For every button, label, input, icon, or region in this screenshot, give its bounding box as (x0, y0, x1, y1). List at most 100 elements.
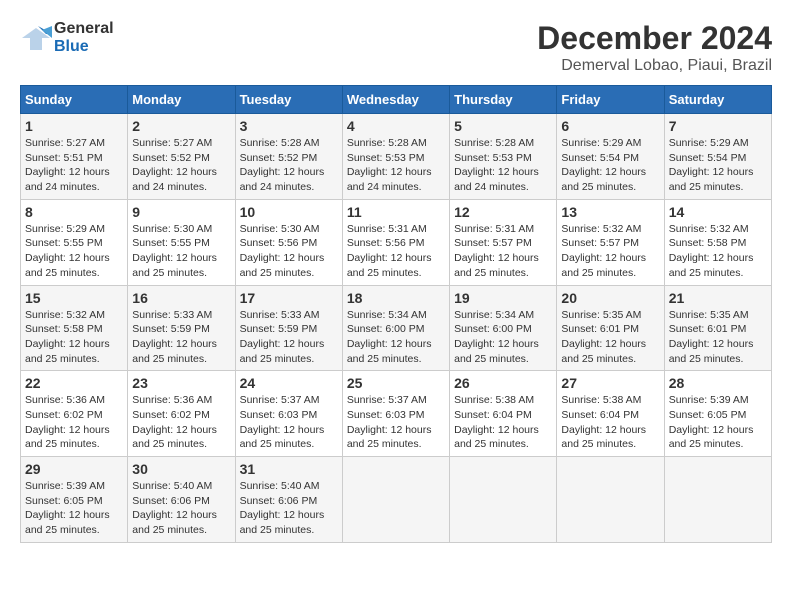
day-number: 18 (347, 290, 445, 306)
day-number: 14 (669, 204, 767, 220)
cell-content: Sunrise: 5:34 AMSunset: 6:00 PMDaylight:… (347, 308, 445, 367)
day-cell: 13 Sunrise: 5:32 AMSunset: 5:57 PMDayligh… (557, 199, 664, 285)
cell-content: Sunrise: 5:27 AMSunset: 5:52 PMDaylight:… (132, 136, 230, 195)
day-cell: 6 Sunrise: 5:29 AMSunset: 5:54 PMDaylight… (557, 114, 664, 200)
day-number: 4 (347, 118, 445, 134)
day-cell: 25Sunrise: 5:37 AMSunset: 6:03 PMDayligh… (342, 371, 449, 457)
day-number: 22 (25, 375, 123, 391)
day-cell: 21Sunrise: 5:35 AMSunset: 6:01 PMDayligh… (664, 285, 771, 371)
cell-content: Sunrise: 5:29 AMSunset: 5:54 PMDaylight:… (669, 136, 767, 195)
cell-content: Sunrise: 5:33 AMSunset: 5:59 PMDaylight:… (132, 308, 230, 367)
cell-content: Sunrise: 5:31 AMSunset: 5:56 PMDaylight:… (347, 222, 445, 281)
cell-content: Sunrise: 5:32 AMSunset: 5:57 PMDaylight:… (561, 222, 659, 281)
cell-content: Sunrise: 5:40 AMSunset: 6:06 PMDaylight:… (132, 479, 230, 538)
day-cell: 20 Sunrise: 5:35 AMSunset: 6:01 PMDayligh… (557, 285, 664, 371)
cell-content: Sunrise: 5:27 AMSunset: 5:51 PMDaylight:… (25, 136, 123, 195)
cell-content: Sunrise: 5:36 AMSunset: 6:02 PMDaylight:… (25, 393, 123, 452)
day-number: 30 (132, 461, 230, 477)
day-cell (342, 457, 449, 543)
header-cell-saturday: Saturday (664, 86, 771, 114)
day-cell: 4 Sunrise: 5:28 AMSunset: 5:53 PMDaylight… (342, 114, 449, 200)
cell-content: Sunrise: 5:36 AMSunset: 6:02 PMDaylight:… (132, 393, 230, 452)
day-cell (450, 457, 557, 543)
day-number: 19 (454, 290, 552, 306)
header-cell-friday: Friday (557, 86, 664, 114)
day-number: 20 (561, 290, 659, 306)
cell-content: Sunrise: 5:33 AMSunset: 5:59 PMDaylight:… (240, 308, 338, 367)
day-number: 17 (240, 290, 338, 306)
cell-content: Sunrise: 5:32 AMSunset: 5:58 PMDaylight:… (25, 308, 123, 367)
header-cell-thursday: Thursday (450, 86, 557, 114)
day-number: 27 (561, 375, 659, 391)
day-cell: 23 Sunrise: 5:36 AMSunset: 6:02 PMDayligh… (128, 371, 235, 457)
day-number: 9 (132, 204, 230, 220)
day-cell: 30 Sunrise: 5:40 AMSunset: 6:06 PMDayligh… (128, 457, 235, 543)
cell-content: Sunrise: 5:32 AMSunset: 5:58 PMDaylight:… (669, 222, 767, 281)
day-cell: 5 Sunrise: 5:28 AMSunset: 5:53 PMDaylight… (450, 114, 557, 200)
week-row-5: 29Sunrise: 5:39 AMSunset: 6:05 PMDayligh… (21, 457, 772, 543)
day-number: 7 (669, 118, 767, 134)
title-area: December 2024 Demerval Lobao, Piaui, Bra… (537, 20, 772, 75)
cell-content: Sunrise: 5:40 AMSunset: 6:06 PMDaylight:… (240, 479, 338, 538)
day-cell (557, 457, 664, 543)
day-cell: 29Sunrise: 5:39 AMSunset: 6:05 PMDayligh… (21, 457, 128, 543)
day-number: 25 (347, 375, 445, 391)
day-cell: 10 Sunrise: 5:30 AMSunset: 5:56 PMDayligh… (235, 199, 342, 285)
header-cell-monday: Monday (128, 86, 235, 114)
day-cell: 19 Sunrise: 5:34 AMSunset: 6:00 PMDayligh… (450, 285, 557, 371)
day-number: 2 (132, 118, 230, 134)
day-cell: 31Sunrise: 5:40 AMSunset: 6:06 PMDayligh… (235, 457, 342, 543)
week-row-1: 1 Sunrise: 5:27 AMSunset: 5:51 PMDaylight… (21, 114, 772, 200)
day-number: 6 (561, 118, 659, 134)
day-cell: 8Sunrise: 5:29 AMSunset: 5:55 PMDaylight… (21, 199, 128, 285)
calendar-table: SundayMondayTuesdayWednesdayThursdayFrid… (20, 85, 772, 543)
day-number: 11 (347, 204, 445, 220)
day-cell: 7 Sunrise: 5:29 AMSunset: 5:54 PMDaylight… (664, 114, 771, 200)
cell-content: Sunrise: 5:35 AMSunset: 6:01 PMDaylight:… (561, 308, 659, 367)
header: General Blue December 2024 Demerval Loba… (20, 20, 772, 75)
logo-general: General (54, 20, 114, 37)
day-number: 13 (561, 204, 659, 220)
cell-content: Sunrise: 5:39 AMSunset: 6:05 PMDaylight:… (669, 393, 767, 452)
calendar-body: 1 Sunrise: 5:27 AMSunset: 5:51 PMDaylight… (21, 114, 772, 543)
header-cell-wednesday: Wednesday (342, 86, 449, 114)
cell-content: Sunrise: 5:39 AMSunset: 6:05 PMDaylight:… (25, 479, 123, 538)
day-number: 1 (25, 118, 123, 134)
day-number: 8 (25, 204, 123, 220)
cell-content: Sunrise: 5:31 AMSunset: 5:57 PMDaylight:… (454, 222, 552, 281)
week-row-4: 22 Sunrise: 5:36 AMSunset: 6:02 PMDayligh… (21, 371, 772, 457)
day-cell: 22 Sunrise: 5:36 AMSunset: 6:02 PMDayligh… (21, 371, 128, 457)
cell-content: Sunrise: 5:34 AMSunset: 6:00 PMDaylight:… (454, 308, 552, 367)
logo-bird-icon (20, 22, 52, 54)
day-number: 26 (454, 375, 552, 391)
day-cell: 28 Sunrise: 5:39 AMSunset: 6:05 PMDayligh… (664, 371, 771, 457)
week-row-3: 15Sunrise: 5:32 AMSunset: 5:58 PMDayligh… (21, 285, 772, 371)
day-cell: 15Sunrise: 5:32 AMSunset: 5:58 PMDayligh… (21, 285, 128, 371)
header-cell-sunday: Sunday (21, 86, 128, 114)
day-cell: 2 Sunrise: 5:27 AMSunset: 5:52 PMDaylight… (128, 114, 235, 200)
day-number: 24 (240, 375, 338, 391)
cell-content: Sunrise: 5:30 AMSunset: 5:56 PMDaylight:… (240, 222, 338, 281)
day-cell: 27 Sunrise: 5:38 AMSunset: 6:04 PMDayligh… (557, 371, 664, 457)
cell-content: Sunrise: 5:38 AMSunset: 6:04 PMDaylight:… (561, 393, 659, 452)
cell-content: Sunrise: 5:28 AMSunset: 5:53 PMDaylight:… (347, 136, 445, 195)
day-number: 10 (240, 204, 338, 220)
day-cell: 26Sunrise: 5:38 AMSunset: 6:04 PMDayligh… (450, 371, 557, 457)
day-number: 28 (669, 375, 767, 391)
cell-content: Sunrise: 5:29 AMSunset: 5:54 PMDaylight:… (561, 136, 659, 195)
day-cell: 3Sunrise: 5:28 AMSunset: 5:52 PMDaylight… (235, 114, 342, 200)
day-cell: 24Sunrise: 5:37 AMSunset: 6:03 PMDayligh… (235, 371, 342, 457)
day-cell: 9 Sunrise: 5:30 AMSunset: 5:55 PMDaylight… (128, 199, 235, 285)
logo: General Blue (20, 20, 114, 56)
day-number: 12 (454, 204, 552, 220)
day-cell: 1 Sunrise: 5:27 AMSunset: 5:51 PMDaylight… (21, 114, 128, 200)
cell-content: Sunrise: 5:35 AMSunset: 6:01 PMDaylight:… (669, 308, 767, 367)
day-number: 23 (132, 375, 230, 391)
cell-content: Sunrise: 5:28 AMSunset: 5:53 PMDaylight:… (454, 136, 552, 195)
day-cell: 12 Sunrise: 5:31 AMSunset: 5:57 PMDayligh… (450, 199, 557, 285)
day-number: 16 (132, 290, 230, 306)
header-cell-tuesday: Tuesday (235, 86, 342, 114)
cell-content: Sunrise: 5:30 AMSunset: 5:55 PMDaylight:… (132, 222, 230, 281)
day-number: 5 (454, 118, 552, 134)
calendar-header-row: SundayMondayTuesdayWednesdayThursdayFrid… (21, 86, 772, 114)
